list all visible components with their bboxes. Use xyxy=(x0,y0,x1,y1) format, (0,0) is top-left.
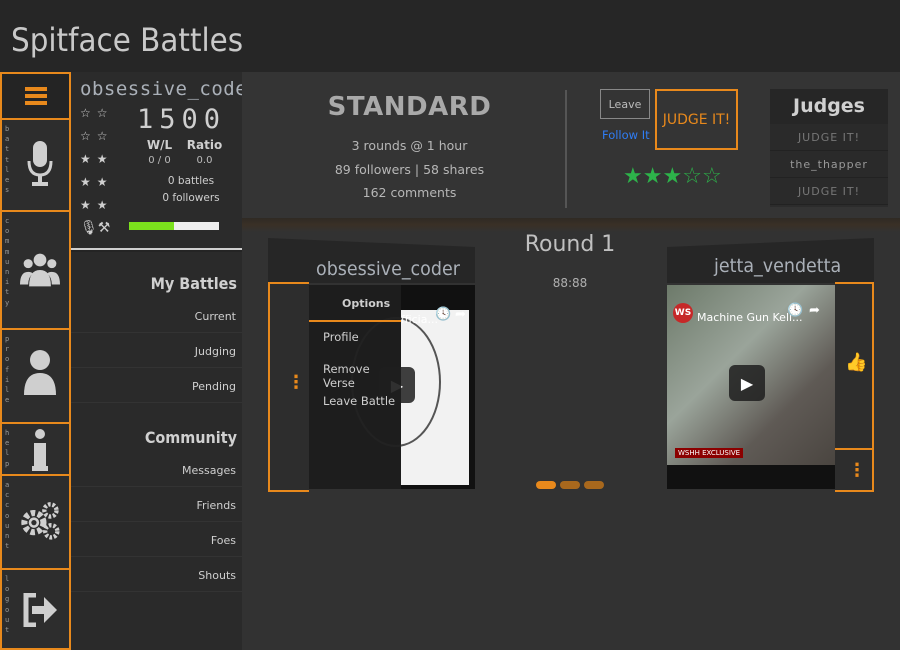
right-card-sidebar: 👍 ⋮ xyxy=(835,282,874,492)
battle-rating-stars[interactable]: ★★★☆☆ xyxy=(623,164,722,189)
rail-label: battles xyxy=(5,125,10,195)
rail-item-community[interactable]: community xyxy=(0,212,71,330)
pager-dot[interactable] xyxy=(536,481,556,489)
wl-label: W/L xyxy=(146,138,173,152)
sign-out-icon xyxy=(20,590,60,630)
battle-stats: 89 followers | 58 shares xyxy=(334,162,485,177)
round-timer: 88:88 xyxy=(552,276,588,290)
nav-heading-community: Community xyxy=(144,428,237,447)
round-pager xyxy=(536,474,608,493)
nav-item-foes[interactable]: Foes xyxy=(211,534,236,547)
ratio-value: 0.0 xyxy=(196,155,213,166)
microphone-icon xyxy=(20,141,60,186)
round-title: Round 1 xyxy=(524,232,616,257)
rail-item-account[interactable]: account xyxy=(0,476,71,570)
header-divider xyxy=(565,90,567,208)
option-remove-verse[interactable]: Remove Verse xyxy=(323,362,401,390)
hamburger-menu-button[interactable] xyxy=(0,72,71,120)
judge-slot[interactable]: JUDGE IT! xyxy=(770,178,888,205)
rail-label: profile xyxy=(5,335,10,405)
pager-dot[interactable] xyxy=(584,481,604,489)
leave-button[interactable]: Leave xyxy=(600,89,650,119)
progress-fill xyxy=(129,222,174,230)
nav-item-friends[interactable]: Friends xyxy=(196,499,236,512)
judge-name[interactable]: the_thapper xyxy=(770,151,888,178)
right-battle-card: jetta_vendetta WS Machine Gun Kell... 🕓 … xyxy=(667,238,874,492)
wshh-logo-icon: WS xyxy=(673,303,693,323)
nav-item-judging[interactable]: Judging xyxy=(195,345,236,358)
left-card-sidebar: ⋮ xyxy=(268,282,309,492)
options-menu: Options Profile Remove Verse Leave Battl… xyxy=(309,285,401,489)
rail-item-help[interactable]: help xyxy=(0,424,71,476)
star-filled-icon[interactable]: ★ xyxy=(662,164,682,189)
battle-header: STANDARD 3 rounds @ 1 hour 89 followers … xyxy=(242,72,900,222)
video-title: fficia... xyxy=(401,313,438,326)
profile-username[interactable]: obsessive_coder xyxy=(80,78,259,100)
profile-panel: obsessive_coder ☆☆ ☆☆ ★★ ★★ ★★ 1500 W/L Ratio… xyxy=(71,72,259,250)
judge-it-button[interactable]: JUDGE IT! xyxy=(655,89,738,150)
star-empty-icon[interactable]: ☆ xyxy=(702,164,722,189)
judges-title: Judges xyxy=(770,89,888,124)
users-icon xyxy=(20,250,60,290)
hamburger-icon xyxy=(24,84,47,108)
nav-heading-my-battles: My Battles xyxy=(150,274,237,293)
battles-count: 0 battles xyxy=(167,175,215,187)
battle-rounds: 3 rounds @ 1 hour xyxy=(351,138,468,153)
right-card-username[interactable]: jetta_vendetta xyxy=(714,255,841,277)
left-battle-card: obsessive_coder ⋮ fficia... 🕓 ➦ ▶ Option… xyxy=(268,238,475,492)
kebab-menu-icon[interactable]: ⋮ xyxy=(287,372,305,393)
user-icon xyxy=(20,350,60,395)
nav-item-pending[interactable]: Pending xyxy=(192,380,236,393)
star-filled-icon[interactable]: ★ xyxy=(643,164,663,189)
info-icon xyxy=(20,429,60,471)
nav-item-current[interactable]: Current xyxy=(195,310,236,323)
rail-label: account xyxy=(5,481,10,551)
nav-item-shouts[interactable]: Shouts xyxy=(198,569,236,582)
star-filled-icon[interactable]: ★ xyxy=(623,164,643,189)
kebab-menu-icon[interactable]: ⋮ xyxy=(848,460,866,481)
share-icon[interactable]: ➦ xyxy=(455,307,466,322)
battle-main: STANDARD 3 rounds @ 1 hour 89 followers … xyxy=(242,72,900,650)
follow-link[interactable]: Follow It xyxy=(602,128,650,142)
top-bar: Spitface Battles xyxy=(0,0,900,72)
profile-score: 1500 xyxy=(137,104,227,135)
mic-gavel-icon: 🎙⚒ xyxy=(80,220,111,236)
rank-stars: ☆☆ ☆☆ ★★ ★★ ★★ xyxy=(80,106,114,212)
rail-item-profile[interactable]: profile xyxy=(0,330,71,424)
rail-item-battles[interactable]: battles xyxy=(0,120,71,212)
left-video[interactable]: fficia... 🕓 ➦ ▶ Options Profile Remove V… xyxy=(309,285,475,489)
app-title: Spitface Battles xyxy=(11,21,244,59)
nav-item-messages[interactable]: Messages xyxy=(182,464,236,477)
battle-comments[interactable]: 162 comments xyxy=(312,185,507,200)
judge-slot[interactable]: JUDGE IT! xyxy=(770,124,888,151)
rail-label: logout xyxy=(5,575,10,635)
battle-type: STANDARD xyxy=(327,92,492,122)
gears-icon xyxy=(20,500,60,540)
rail-label: community xyxy=(5,217,10,307)
left-card-username[interactable]: obsessive_coder xyxy=(316,258,460,280)
share-icon[interactable]: ➦ xyxy=(809,303,820,318)
star-empty-icon[interactable]: ☆ xyxy=(682,164,702,189)
rail-label: help xyxy=(5,429,10,468)
nav-panel: My Battles Current Judging Pending Commu… xyxy=(71,252,242,650)
pager-dot[interactable] xyxy=(560,481,580,489)
play-icon[interactable]: ▶ xyxy=(729,365,765,401)
profile-progress-bar xyxy=(129,222,219,230)
followers-count: 0 followers xyxy=(162,192,220,204)
clock-icon[interactable]: 🕓 xyxy=(787,303,803,318)
judges-panel: Judges JUDGE IT! the_thapper JUDGE IT! xyxy=(770,89,888,207)
rail-item-logout[interactable]: logout xyxy=(0,570,71,650)
exclusive-badge: WSHH EXCLUSIVE xyxy=(675,448,744,458)
right-video[interactable]: WS Machine Gun Kell... 🕓 ➦ ▶ WSHH EXCLUS… xyxy=(667,285,835,489)
clock-icon[interactable]: 🕓 xyxy=(435,307,451,322)
options-title: Options xyxy=(342,297,391,310)
option-profile[interactable]: Profile xyxy=(323,330,359,344)
wl-value: 0 / 0 xyxy=(148,155,171,166)
ratio-label: Ratio xyxy=(186,138,223,152)
option-leave-battle[interactable]: Leave Battle xyxy=(323,394,395,408)
thumbs-up-icon[interactable]: 👍 xyxy=(845,352,867,373)
